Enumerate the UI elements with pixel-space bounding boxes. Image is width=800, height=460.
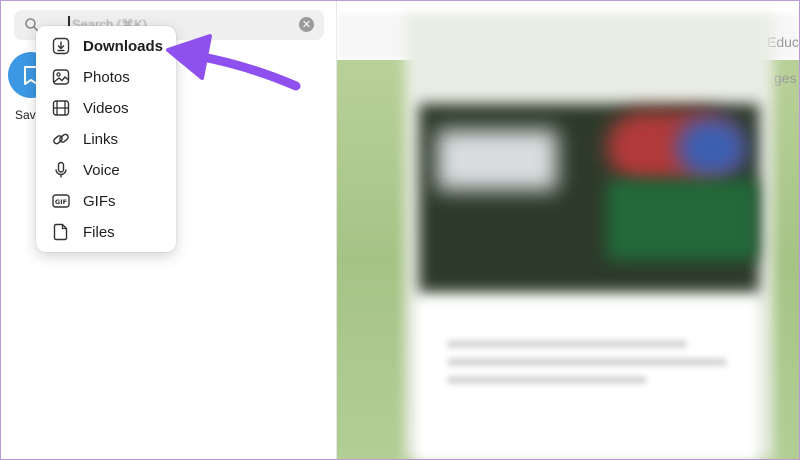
photo-region [607,180,757,260]
menu-item-links[interactable]: Links [36,123,176,154]
photo-region [437,130,557,190]
menu-item-label: Photos [83,69,130,86]
blurred-text-line [447,358,727,366]
search-filter-menu: Downloads Photos Videos Links Voice GIF … [36,26,176,252]
svg-text:GIF: GIF [55,198,67,206]
microphone-icon [52,161,70,179]
menu-item-label: Files [83,224,115,241]
photo-icon [52,68,70,86]
menu-item-gifs[interactable]: GIF GIFs [36,185,176,216]
menu-item-label: Downloads [83,38,164,55]
blurred-text-line [447,376,647,384]
menu-item-files[interactable]: Files [36,216,176,247]
menu-item-downloads[interactable]: Downloads [36,30,176,61]
chat-header-subtitle: ges [774,70,797,86]
menu-item-videos[interactable]: Videos [36,92,176,123]
gif-icon: GIF [52,192,70,210]
link-icon [52,130,70,148]
chat-view-pane: Educ ges [337,0,800,460]
download-icon [52,37,70,55]
blurred-text-line [447,340,687,348]
chat-item-label: Sav [15,108,36,122]
menu-item-label: Videos [83,100,129,117]
menu-item-voice[interactable]: Voice [36,154,176,185]
menu-item-label: Links [83,131,119,148]
menu-item-label: Voice [83,162,120,179]
menu-item-photos[interactable]: Photos [36,61,176,92]
film-icon [52,99,70,117]
file-icon [52,223,70,241]
clear-search-icon[interactable]: ✕ [299,17,314,32]
menu-item-label: GIFs [83,193,116,210]
photo-region [677,118,747,178]
